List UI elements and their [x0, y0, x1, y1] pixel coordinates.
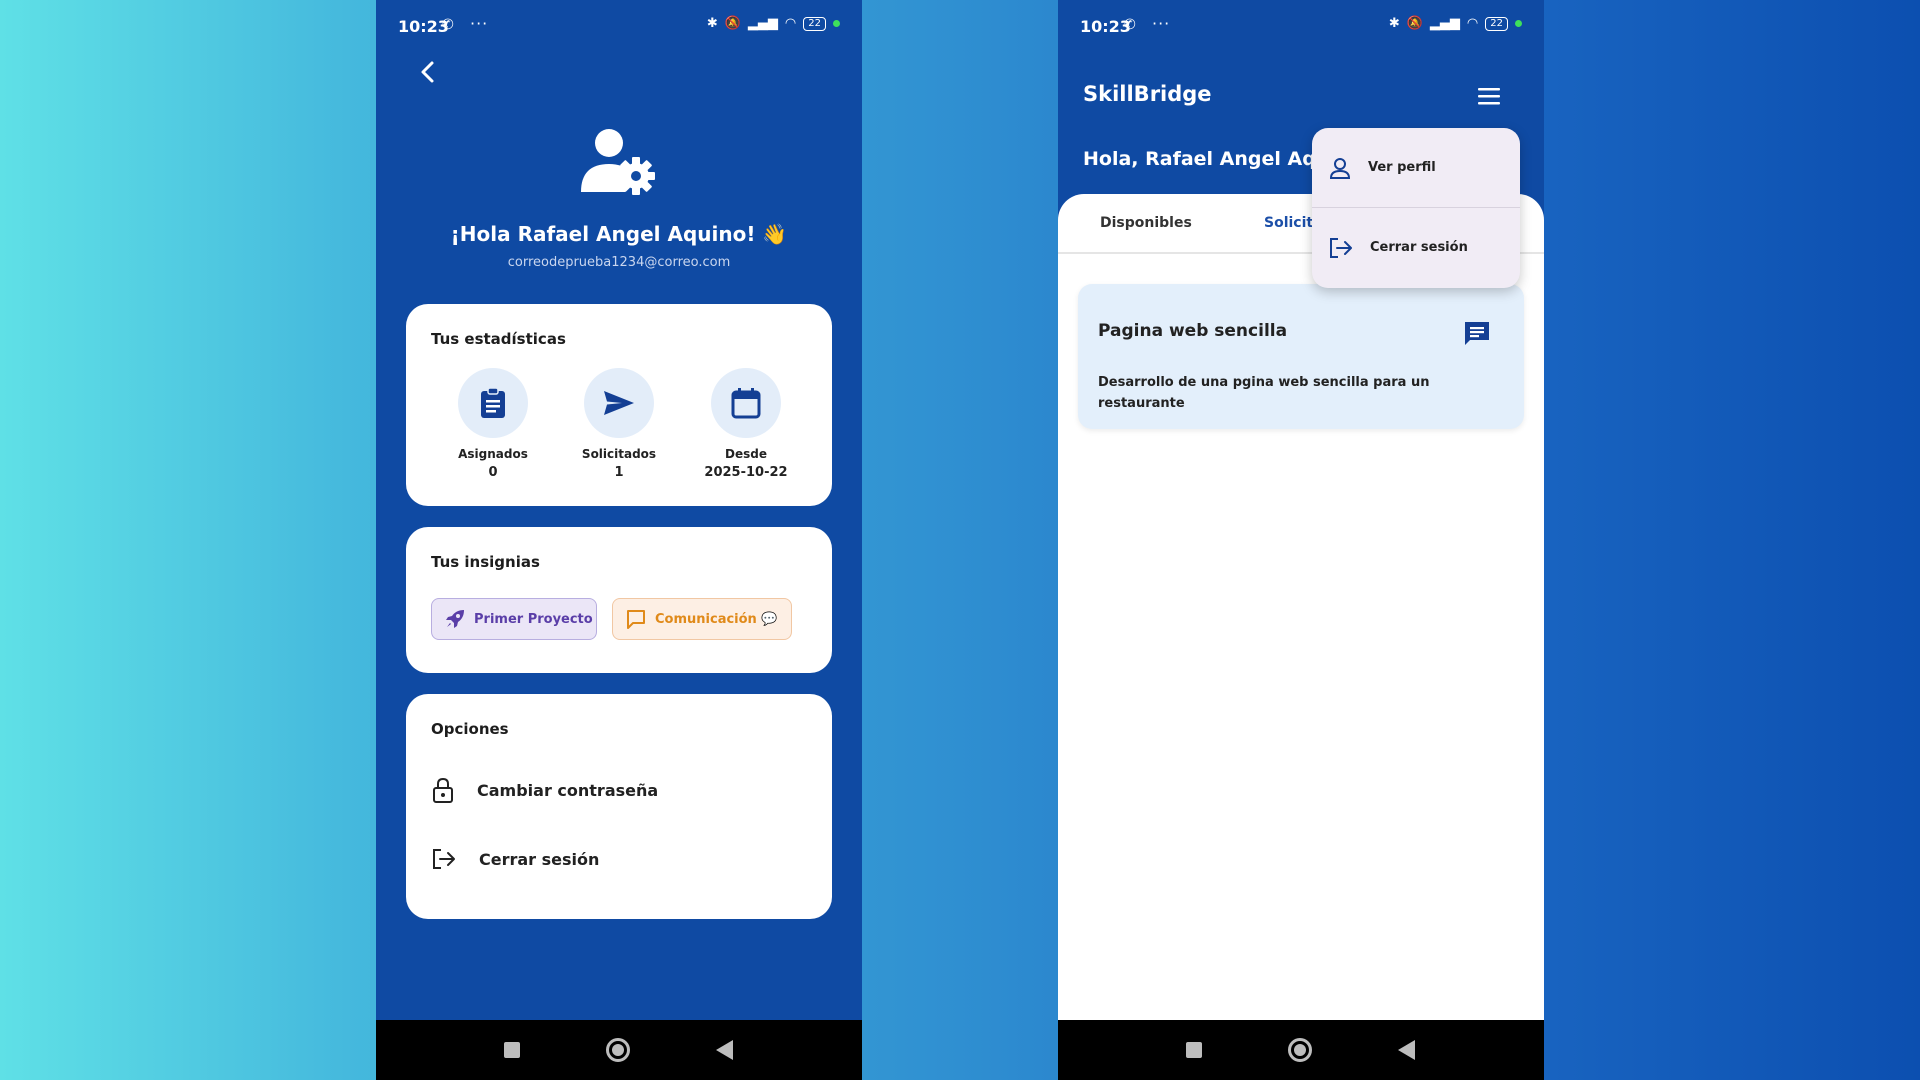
- menu-item-logout-label: Cerrar sesión: [1370, 240, 1468, 255]
- wifi-icon: ◠: [1466, 16, 1479, 31]
- status-bar: 10:23 ✆ ··· ✱ 🔕 ▂▄▆ ◠ 22: [1058, 0, 1544, 52]
- account-dropdown-menu: Ver perfil Cerrar sesión: [1312, 128, 1520, 288]
- status-bar: 10:23 ✆ ··· ✱ 🔕 ▂▄▆ ◠ 22: [376, 0, 862, 52]
- send-icon: [584, 368, 654, 438]
- badge-communication-label: Comunicación 💬: [655, 611, 778, 627]
- stat-assigned: Asignados 0: [438, 368, 548, 480]
- change-password-label: Cambiar contraseña: [477, 780, 659, 800]
- wifi-icon: ◠: [784, 16, 797, 31]
- home-screen: 10:23 ✆ ··· ✱ 🔕 ▂▄▆ ◠ 22 SkillBridge Hol…: [1058, 0, 1544, 1080]
- signal-icon: ▂▄▆: [1429, 16, 1460, 31]
- stats-title: Tus estadísticas: [431, 330, 566, 348]
- stat-requested-value: 1: [614, 465, 624, 480]
- calendar-icon: [711, 368, 781, 438]
- more-notifications-icon: ···: [470, 14, 489, 33]
- stat-assigned-value: 0: [488, 465, 498, 480]
- badges-card: Tus insignias Primer Proyecto Comunicaci…: [406, 527, 832, 673]
- stat-requested: Solicitados 1: [564, 368, 674, 480]
- battery-icon: 22: [803, 16, 826, 31]
- task-title: Pagina web sencilla: [1098, 321, 1288, 341]
- logout-label: Cerrar sesión: [479, 849, 600, 869]
- logout-option[interactable]: Cerrar sesión: [431, 839, 599, 879]
- bluetooth-icon: ✱: [1388, 16, 1400, 31]
- options-title: Opciones: [431, 720, 509, 738]
- app-title: SkillBridge: [1083, 82, 1212, 106]
- mute-icon: 🔕: [1406, 16, 1423, 31]
- status-icons: ✱ 🔕 ▂▄▆ ◠ 22: [707, 16, 840, 31]
- stat-since-label: Desde: [725, 447, 767, 461]
- system-nav-bar: [376, 1020, 862, 1080]
- person-icon: [1329, 157, 1351, 179]
- more-notifications-icon: ···: [1152, 14, 1171, 33]
- task-card[interactable]: Pagina web sencilla Desarrollo de una pg…: [1078, 284, 1524, 429]
- logout-icon: [1330, 237, 1352, 258]
- profile-email: correodeprueba1234@correo.com: [507, 255, 731, 270]
- home-button[interactable]: [606, 1038, 630, 1062]
- rocket-icon: [446, 610, 464, 628]
- content-sheet: Disponibles Solicita Pagina web sencilla…: [1058, 194, 1544, 1022]
- status-icons: ✱ 🔕 ▂▄▆ ◠ 22: [1389, 16, 1522, 31]
- signal-icon: ▂▄▆: [747, 16, 778, 31]
- options-card: Opciones Cambiar contraseña Cerrar sesió…: [406, 694, 832, 919]
- clipboard-icon: [458, 368, 528, 438]
- system-nav-bar: [1058, 1020, 1544, 1080]
- stat-assigned-label: Asignados: [458, 447, 528, 461]
- badge-first-project-label: Primer Proyecto: [474, 611, 593, 627]
- hamburger-menu-icon[interactable]: [1476, 84, 1502, 108]
- tab-disponibles[interactable]: Disponibles: [1100, 215, 1192, 231]
- menu-item-view-profile[interactable]: Ver perfil: [1312, 128, 1520, 207]
- badges-title: Tus insignias: [431, 553, 540, 571]
- task-description: Desarrollo de una pgina web sencilla par…: [1098, 375, 1430, 411]
- system-back-button[interactable]: [716, 1040, 733, 1060]
- stats-card: Tus estadísticas Asignados 0 Solicitados…: [406, 304, 832, 506]
- user-settings-icon: [581, 129, 655, 195]
- profile-screen: 10:23 ✆ ··· ✱ 🔕 ▂▄▆ ◠ 22 ¡Hola Rafael An…: [376, 0, 862, 1080]
- recents-button[interactable]: [504, 1042, 520, 1058]
- badge-first-project[interactable]: Primer Proyecto: [431, 598, 597, 640]
- home-button[interactable]: [1288, 1038, 1312, 1062]
- profile-greeting: ¡Hola Rafael Angel Aquino! 👋: [450, 222, 788, 246]
- stat-requested-label: Solicitados: [581, 447, 657, 461]
- system-back-button[interactable]: [1398, 1040, 1415, 1060]
- stat-since-value: 2025-10-22: [704, 465, 788, 480]
- bluetooth-icon: ✱: [706, 16, 718, 31]
- message-icon[interactable]: [1463, 320, 1491, 346]
- logout-icon: [433, 849, 455, 869]
- lock-icon: [433, 777, 453, 803]
- badge-communication[interactable]: Comunicación 💬: [612, 598, 792, 640]
- home-greeting: Hola, Rafael Angel Aqui: [1083, 148, 1336, 170]
- back-arrow-icon[interactable]: [414, 58, 442, 86]
- privacy-dot-icon: [833, 20, 840, 27]
- whatsapp-icon: ✆: [1124, 17, 1136, 33]
- battery-icon: 22: [1485, 16, 1508, 31]
- stat-since: Desde 2025-10-22: [691, 368, 801, 480]
- privacy-dot-icon: [1515, 20, 1522, 27]
- menu-item-logout[interactable]: Cerrar sesión: [1312, 208, 1520, 287]
- change-password-option[interactable]: Cambiar contraseña: [431, 770, 658, 810]
- mute-icon: 🔕: [724, 16, 741, 31]
- whatsapp-icon: ✆: [442, 17, 454, 33]
- chat-bubble-icon: [627, 610, 645, 629]
- menu-item-view-profile-label: Ver perfil: [1368, 160, 1436, 175]
- recents-button[interactable]: [1186, 1042, 1202, 1058]
